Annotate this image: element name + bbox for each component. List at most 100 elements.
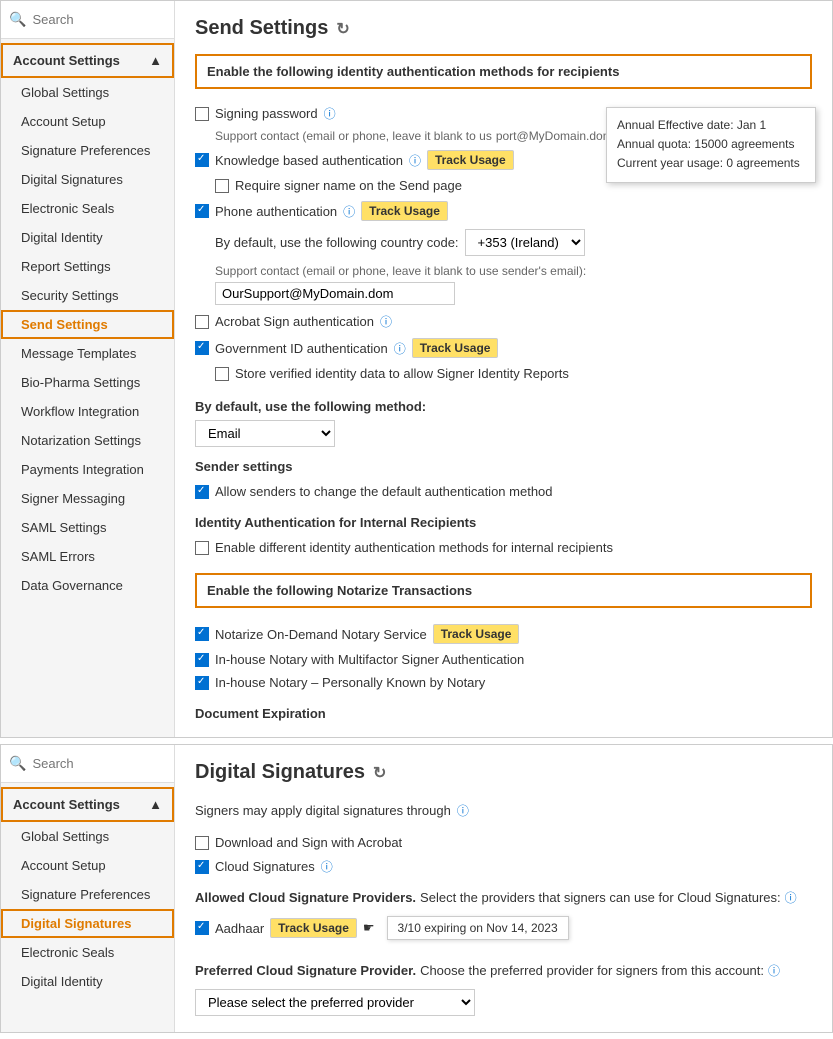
allowed-cloud-help-icon[interactable]: ⓘ: [785, 889, 797, 906]
knowledge-based-help-icon[interactable]: ⓘ: [409, 152, 421, 169]
inhouse-notary-known-checkbox[interactable]: [195, 676, 209, 690]
notarize-on-demand-track-usage-button[interactable]: Track Usage: [433, 624, 520, 644]
sidebar-item-message-templates[interactable]: Message Templates: [1, 339, 174, 368]
phone-auth-help-icon[interactable]: ⓘ: [343, 203, 355, 220]
sidebar-item-global-settings[interactable]: Global Settings: [1, 78, 174, 107]
enable-different-checkbox[interactable]: [195, 541, 209, 555]
sidebar-item-saml-errors[interactable]: SAML Errors: [1, 542, 174, 571]
sidebar-item-digital-identity[interactable]: Digital Identity: [1, 223, 174, 252]
sidebar-item-security-settings[interactable]: Security Settings: [1, 281, 174, 310]
sidebar2-item-signature-preferences[interactable]: Signature Preferences: [1, 880, 174, 909]
sidebar2-item-digital-identity[interactable]: Digital Identity: [1, 967, 174, 996]
account-settings-nav-2[interactable]: Account Settings ▲: [1, 787, 174, 822]
government-id-row: Government ID authentication ⓘ Track Usa…: [195, 334, 812, 362]
inhouse-notary-known-row: In-house Notary – Personally Known by No…: [195, 671, 812, 694]
allow-senders-row: Allow senders to change the default auth…: [195, 480, 812, 503]
search-icon: 🔍: [9, 11, 26, 28]
sidebar-item-payments-integration[interactable]: Payments Integration: [1, 455, 174, 484]
sidebar-item-send-settings[interactable]: Send Settings: [1, 310, 174, 339]
aadhaar-tooltip: 3/10 expiring on Nov 14, 2023: [387, 916, 569, 940]
acrobat-sign-checkbox[interactable]: [195, 315, 209, 329]
enable-different-row: Enable different identity authentication…: [195, 536, 812, 559]
require-signer-checkbox[interactable]: [215, 179, 229, 193]
download-sign-checkbox[interactable]: [195, 836, 209, 850]
document-expiration-label: Document Expiration: [195, 706, 812, 721]
cloud-signatures-row: Cloud Signatures ⓘ: [195, 854, 812, 879]
signers-may-help-icon[interactable]: ⓘ: [457, 802, 469, 819]
knowledge-based-checkbox[interactable]: [195, 153, 209, 167]
sidebar-item-biopharma[interactable]: Bio-Pharma Settings: [1, 368, 174, 397]
notarize-on-demand-checkbox[interactable]: [195, 627, 209, 641]
sidebar-item-digital-signatures[interactable]: Digital Signatures: [1, 165, 174, 194]
signing-password-help-icon[interactable]: ⓘ: [324, 105, 336, 122]
inhouse-notary-mfa-checkbox[interactable]: [195, 653, 209, 667]
main-send-settings: Send Settings ↻ Annual Effective date: J…: [175, 1, 832, 737]
tooltip-annual-effective: Annual Effective date: Jan 1: [617, 116, 805, 135]
main-digital-signatures: Digital Signatures ↻ Signers may apply d…: [175, 745, 832, 1032]
search-icon-2: 🔍: [9, 755, 26, 772]
sidebar2-search-container[interactable]: 🔍: [1, 745, 174, 783]
support-contact-row2: Support contact (email or phone, leave i…: [195, 260, 812, 309]
signers-may-row: Signers may apply digital signatures thr…: [195, 798, 812, 823]
sidebar-item-signature-preferences[interactable]: Signature Preferences: [1, 136, 174, 165]
inhouse-notary-mfa-row: In-house Notary with Multifactor Signer …: [195, 648, 812, 671]
sidebar-digital-signatures: 🔍 Account Settings ▲ Global Settings Acc…: [1, 745, 175, 1032]
sidebar-item-workflow-integration[interactable]: Workflow Integration: [1, 397, 174, 426]
preferred-cloud-help-icon[interactable]: ⓘ: [768, 962, 780, 979]
page-title-digital-signatures: Digital Signatures ↻: [195, 761, 812, 784]
track-usage-tooltip: Annual Effective date: Jan 1 Annual quot…: [606, 107, 816, 183]
notarize-on-demand-row: Notarize On-Demand Notary Service Track …: [195, 620, 812, 648]
sender-settings-section: Sender settings Allow senders to change …: [195, 459, 812, 503]
store-verified-checkbox[interactable]: [215, 367, 229, 381]
sidebar-item-electronic-seals[interactable]: Electronic Seals: [1, 194, 174, 223]
default-method-label: By default, use the following method:: [195, 399, 812, 414]
sidebar2-item-electronic-seals[interactable]: Electronic Seals: [1, 938, 174, 967]
sidebar-item-signer-messaging[interactable]: Signer Messaging: [1, 484, 174, 513]
allow-senders-checkbox[interactable]: [195, 485, 209, 499]
chevron-up-icon-2: ▲: [149, 797, 162, 812]
knowledge-based-track-usage-button[interactable]: Track Usage: [427, 150, 514, 170]
sidebar-search-container[interactable]: 🔍: [1, 1, 174, 39]
sidebar2-account-section: Account Settings ▲ Global Settings Accou…: [1, 783, 174, 1000]
government-id-track-usage-button[interactable]: Track Usage: [412, 338, 499, 358]
phone-auth-track-usage-button[interactable]: Track Usage: [361, 201, 448, 221]
tooltip-current-year: Current year usage: 0 agreements: [617, 154, 805, 173]
support-contact-input[interactable]: [215, 282, 455, 305]
sidebar-item-notarization-settings[interactable]: Notarization Settings: [1, 426, 174, 455]
sidebar-item-data-governance[interactable]: Data Governance: [1, 571, 174, 600]
search-input[interactable]: [32, 12, 166, 27]
refresh-icon[interactable]: ↻: [336, 19, 349, 39]
preferred-provider-select[interactable]: Please select the preferred provider: [195, 989, 475, 1016]
acrobat-sign-row: Acrobat Sign authentication ⓘ: [195, 309, 812, 334]
sidebar2-item-account-setup[interactable]: Account Setup: [1, 851, 174, 880]
aadhaar-checkbox[interactable]: [195, 921, 209, 935]
search-input-2[interactable]: [32, 756, 166, 771]
phone-auth-checkbox[interactable]: [195, 204, 209, 218]
acrobat-sign-help-icon[interactable]: ⓘ: [380, 313, 392, 330]
preferred-cloud-section: Preferred Cloud Signature Provider. Choo…: [195, 958, 812, 1016]
cloud-signatures-help-icon[interactable]: ⓘ: [321, 858, 333, 875]
cloud-signatures-checkbox[interactable]: [195, 860, 209, 874]
sidebar-item-account-setup[interactable]: Account Setup: [1, 107, 174, 136]
refresh-icon-2[interactable]: ↻: [373, 763, 386, 783]
sidebar2-item-digital-signatures[interactable]: Digital Signatures: [1, 909, 174, 938]
account-settings-nav[interactable]: Account Settings ▲: [1, 43, 174, 78]
preferred-cloud-label-row: Preferred Cloud Signature Provider. Choo…: [195, 958, 812, 983]
sidebar-item-saml-settings[interactable]: SAML Settings: [1, 513, 174, 542]
sidebar2-item-global-settings[interactable]: Global Settings: [1, 822, 174, 851]
tooltip-annual-quota: Annual quota: 15000 agreements: [617, 135, 805, 154]
chevron-up-icon: ▲: [149, 53, 162, 68]
download-sign-row: Download and Sign with Acrobat: [195, 831, 812, 854]
page-title: Send Settings ↻: [195, 17, 812, 40]
default-method-section: By default, use the following method: Em…: [195, 399, 812, 447]
sidebar-item-report-settings[interactable]: Report Settings: [1, 252, 174, 281]
identity-auth-section-box: Enable the following identity authentica…: [195, 54, 812, 89]
signing-password-checkbox[interactable]: [195, 107, 209, 121]
default-method-select[interactable]: Email: [195, 420, 335, 447]
government-id-checkbox[interactable]: [195, 341, 209, 355]
government-id-help-icon[interactable]: ⓘ: [394, 340, 406, 357]
aadhaar-track-usage-button[interactable]: Track Usage: [270, 918, 357, 938]
sidebar-account-section: Account Settings ▲ Global Settings Accou…: [1, 39, 174, 604]
panel-digital-signatures: 🔍 Account Settings ▲ Global Settings Acc…: [0, 744, 833, 1033]
country-code-select[interactable]: +353 (Ireland): [465, 229, 585, 256]
